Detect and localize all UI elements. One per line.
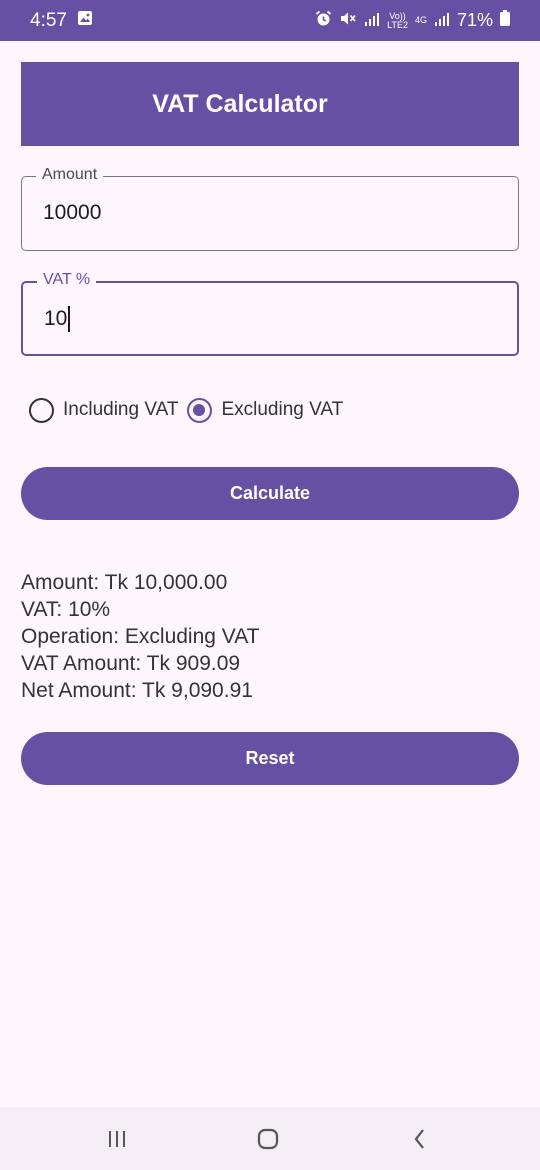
radio-including-label: Including VAT	[63, 399, 179, 420]
system-nav-bar	[0, 1107, 540, 1170]
radio-excluding-vat[interactable]: Excluding VAT	[187, 397, 344, 423]
home-icon[interactable]	[253, 1127, 283, 1151]
results-panel: Amount: Tk 10,000.00 VAT: 10% Operation:…	[21, 569, 260, 704]
vat-value-wrap: 10	[44, 306, 71, 332]
alarm-icon	[315, 10, 332, 32]
status-bar: 4:57 Vo)) LTE2 4G 71%	[0, 0, 540, 41]
battery-icon	[500, 10, 510, 31]
battery-percent: 71%	[456, 10, 493, 30]
amount-label: Amount	[36, 166, 104, 184]
volte-indicator: Vo)) LTE2	[387, 11, 408, 30]
result-amount: Amount: Tk 10,000.00	[21, 571, 228, 594]
status-left: 4:57	[30, 10, 93, 32]
radio-excluding-label: Excluding VAT	[221, 399, 344, 420]
amount-value: 10000	[43, 201, 102, 224]
signal-icon	[364, 11, 380, 31]
radio-unchecked-icon[interactable]	[29, 397, 54, 423]
text-cursor	[68, 306, 71, 332]
calculate-button-label: Calculate	[229, 483, 311, 503]
lte-label: LTE2	[387, 19, 408, 30]
result-vat: VAT: 10%	[21, 598, 111, 621]
mute-icon	[339, 10, 357, 32]
vat-percent-value: 10	[44, 307, 68, 330]
amount-field[interactable]: Amount 10000	[21, 166, 519, 251]
vat-mode-radio-group: Including VAT Excluding VAT	[29, 396, 352, 424]
signal-icon	[434, 11, 450, 31]
status-right: Vo)) LTE2 4G 71%	[315, 10, 510, 32]
amount-value-wrap: 10000	[43, 201, 101, 225]
reset-button[interactable]: Reset	[21, 732, 519, 785]
page-title: VAT Calculator	[152, 89, 328, 118]
result-net-amount: Net Amount: Tk 9,090.91	[21, 679, 253, 702]
result-operation: Operation: Excluding VAT	[21, 625, 260, 648]
vat-percent-field[interactable]: VAT % 10	[21, 271, 519, 356]
radio-checked-icon[interactable]	[187, 397, 213, 423]
gallery-icon	[77, 10, 93, 31]
recents-icon[interactable]	[102, 1127, 132, 1151]
reset-button-label: Reset	[245, 748, 295, 768]
network-type: 4G	[414, 15, 427, 25]
radio-including-vat[interactable]: Including VAT	[29, 397, 179, 423]
app-header: VAT Calculator	[21, 62, 519, 146]
result-vat-amount: VAT Amount: Tk 909.09	[21, 652, 241, 675]
status-time: 4:57	[30, 9, 67, 31]
back-icon[interactable]	[405, 1127, 435, 1151]
vat-percent-label: VAT %	[37, 271, 97, 289]
calculate-button[interactable]: Calculate	[21, 467, 519, 520]
